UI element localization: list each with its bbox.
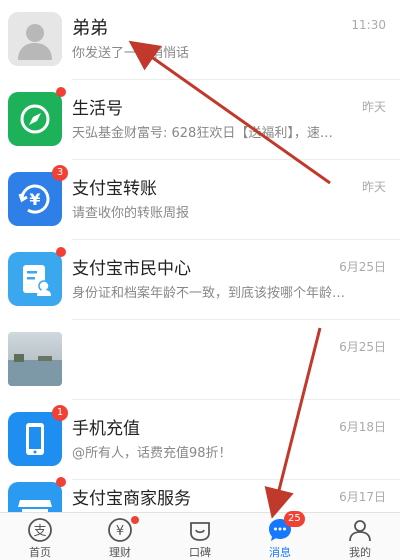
conversation-time: 6月17日	[339, 490, 386, 504]
citizen-card-icon	[23, 265, 51, 296]
bottom-tab-bar: 支 首页 ¥ 理财 口碑 25 消息 我的	[0, 511, 400, 560]
unread-count-badge: 25	[284, 511, 305, 527]
conversation-preview: @所有人，话费充值98折！	[72, 446, 232, 461]
tab-label: 首页	[29, 546, 51, 559]
conversation-title: 弟弟	[72, 18, 108, 39]
person-placeholder-icon	[18, 24, 52, 60]
svg-text:¥: ¥	[29, 190, 40, 209]
tab-profile[interactable]: 我的	[320, 513, 400, 560]
unread-dot	[56, 477, 66, 487]
tab-label: 理财	[109, 546, 131, 559]
transfer-yuan-icon: ¥	[18, 184, 50, 214]
tab-koubei[interactable]: 口碑	[160, 513, 240, 560]
photo-landscape	[8, 354, 62, 386]
conversation-item-photo[interactable]: 6月25日	[0, 320, 400, 400]
conversation-time: 6月18日	[339, 420, 386, 434]
conversation-time: 昨天	[361, 100, 386, 114]
avatar	[8, 12, 62, 66]
tab-label: 消息	[269, 546, 291, 559]
avatar	[8, 247, 66, 306]
svg-text:¥: ¥	[116, 524, 124, 539]
conversation-title: 支付宝商家服务	[72, 489, 191, 509]
koubei-icon	[190, 522, 210, 541]
unread-dot	[56, 247, 66, 257]
wealth-yuan-icon: ¥	[108, 518, 132, 542]
compass-icon	[20, 104, 50, 134]
avatar	[8, 87, 66, 146]
conversation-item-citizen-center[interactable]: 支付宝市民中心 身份证和档案年龄不一致，到底该按哪个年龄… 6月25日	[0, 240, 400, 320]
unread-count-badge: 1	[52, 405, 68, 421]
alipay-home-icon: 支	[28, 518, 52, 542]
conversation-preview: 请查收你的转账周报	[72, 206, 190, 221]
unread-count-badge: 3	[52, 165, 68, 181]
conversation-item-life-account[interactable]: 生活号 天弘基金财富号: 628狂欢日【送福利】，速… 昨天	[0, 80, 400, 160]
conversation-title: 支付宝转账	[72, 179, 157, 199]
tab-wealth[interactable]: ¥ 理财	[80, 513, 160, 560]
conversation-time: 6月25日	[339, 340, 386, 354]
store-icon	[18, 500, 52, 512]
phone-icon	[26, 423, 44, 455]
conversation-preview: 身份证和档案年龄不一致，到底该按哪个年龄…	[72, 286, 346, 301]
conversation-preview: 你发送了一条悄悄话	[72, 46, 190, 61]
conversation-title: 支付宝市民中心	[72, 259, 191, 279]
unread-dot	[131, 516, 139, 524]
conversation-item-phone-topup[interactable]: 1 手机充值 @所有人，话费充值98折！ 6月18日	[0, 400, 400, 480]
profile-icon	[349, 520, 371, 542]
avatar: ¥ 3	[8, 165, 68, 226]
conversation-title: 手机充值	[72, 419, 140, 439]
svg-text:支: 支	[33, 524, 46, 539]
conversation-time: 11:30	[351, 18, 386, 32]
tab-label: 我的	[349, 546, 371, 559]
photo-thumbnail	[8, 332, 62, 386]
conversation-item-didi[interactable]: 弟弟 你发送了一条悄悄话 11:30	[0, 0, 400, 80]
avatar	[8, 332, 62, 386]
tab-label: 口碑	[189, 546, 211, 559]
unread-dot	[56, 87, 66, 97]
conversation-title: 生活号	[72, 99, 123, 119]
conversation-time: 昨天	[361, 180, 386, 194]
avatar	[8, 477, 66, 512]
conversation-time: 6月25日	[339, 260, 386, 274]
conversation-list: 弟弟 你发送了一条悄悄话 11:30 生活号 天弘基金财富号: 628狂欢日【送…	[0, 0, 400, 512]
tab-messages[interactable]: 25 消息	[240, 511, 320, 560]
tab-home[interactable]: 支 首页	[0, 513, 80, 560]
avatar: 1	[8, 405, 68, 466]
conversation-item-merchant-service[interactable]: 支付宝商家服务 6月17日	[0, 470, 400, 512]
conversation-preview: 天弘基金财富号: 628狂欢日【送福利】，速…	[72, 126, 333, 141]
conversation-item-transfer[interactable]: ¥ 3 支付宝转账 请查收你的转账周报 昨天	[0, 160, 400, 240]
